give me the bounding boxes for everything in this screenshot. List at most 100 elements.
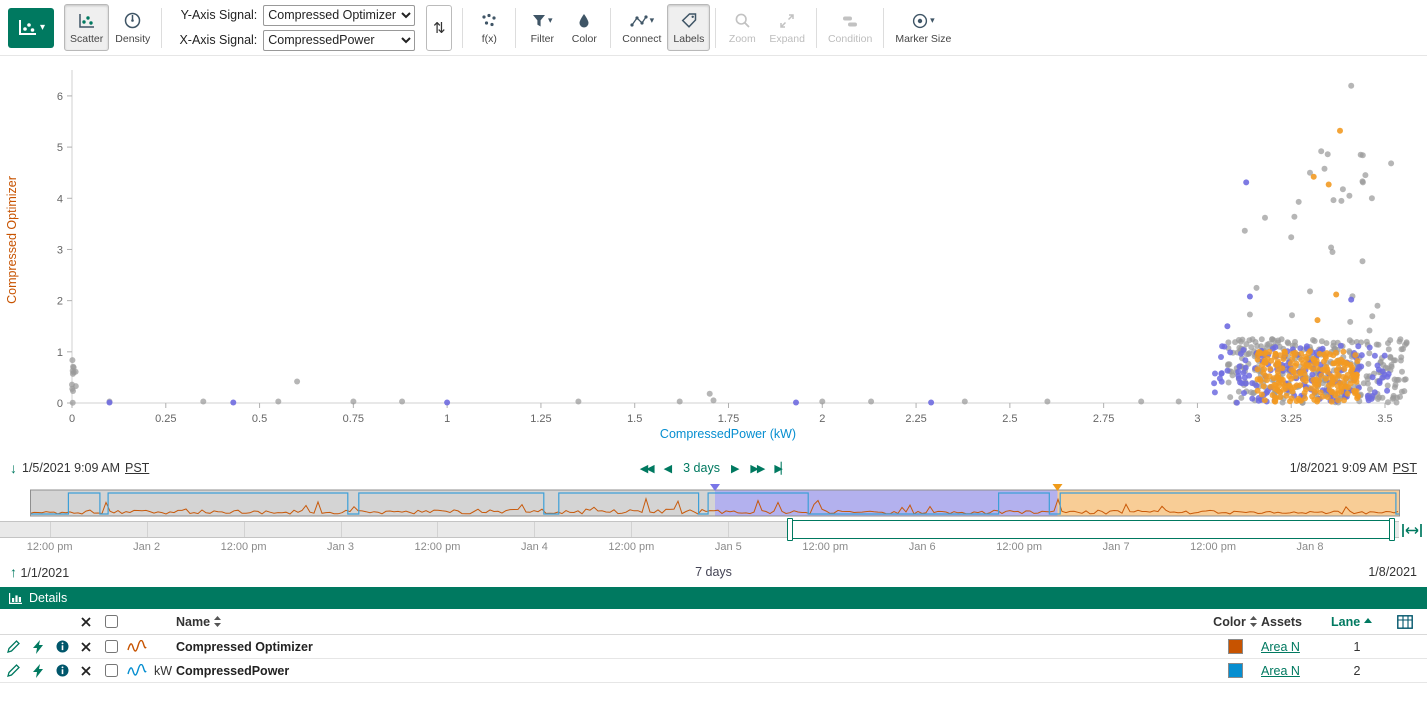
step-to-end-button[interactable]: ▶▏ xyxy=(774,462,787,475)
tool-marker-size-label: Marker Size xyxy=(895,33,951,45)
tool-density[interactable]: Density xyxy=(109,4,156,51)
signal-icon xyxy=(124,664,150,677)
tool-zoom: Zoom xyxy=(721,4,763,51)
toolbar-separator xyxy=(715,8,716,48)
chevron-down-icon: ▾ xyxy=(930,15,935,26)
svg-text:2: 2 xyxy=(57,296,63,308)
sort-asc-icon xyxy=(1364,618,1372,626)
toolbar-separator xyxy=(161,8,162,48)
swap-axes-button[interactable]: ⇅ xyxy=(426,5,452,51)
color-swatch[interactable] xyxy=(1209,663,1261,678)
unit-cell: kW xyxy=(150,664,176,678)
range-start-arrow-icon[interactable]: ↓ xyxy=(10,460,17,476)
info-icon[interactable] xyxy=(50,664,74,677)
details-chart-icon xyxy=(9,593,22,604)
scatter-plot-menu-button[interactable]: ▾ xyxy=(8,8,54,48)
zoom-magnifier-icon xyxy=(735,10,750,31)
scatter-icon xyxy=(78,10,95,31)
scrubber-handle-left[interactable] xyxy=(787,518,793,541)
column-header-lane[interactable]: Lane xyxy=(1331,615,1383,629)
svg-text:1: 1 xyxy=(57,347,63,359)
scatter-plot-icon xyxy=(17,19,37,37)
display-end-date: 1/8/2021 xyxy=(1368,565,1417,579)
scatter-chart[interactable]: CompressedPower (kW) Compressed Optimize… xyxy=(0,56,1427,454)
expand-arrows-icon xyxy=(780,10,794,31)
column-header-color[interactable]: Color xyxy=(1209,615,1261,629)
item-name[interactable]: CompressedPower xyxy=(176,664,1209,678)
time-range-bar: ↓ 1/5/2021 9:09 AM PST ◀◀ ◀ 3 days ▶ ▶▶ … xyxy=(0,454,1427,482)
bolt-icon[interactable] xyxy=(26,640,50,654)
scrubber-handle-right[interactable] xyxy=(1389,518,1395,541)
signal-icon xyxy=(124,640,150,653)
display-duration[interactable]: 7 days xyxy=(695,565,732,579)
range-end-timezone[interactable]: PST xyxy=(1393,461,1417,475)
toolbar: ▾ Scatter Density Y-Axis Signal: Compres… xyxy=(0,0,1427,56)
details-panel-header[interactable]: Details xyxy=(0,587,1427,609)
item-name[interactable]: Compressed Optimizer xyxy=(176,640,1209,654)
table-row: kW CompressedPower Area N 2 xyxy=(0,659,1427,683)
svg-text:1.25: 1.25 xyxy=(530,413,551,425)
tool-expand-label: Expand xyxy=(769,33,805,45)
range-start-timezone[interactable]: PST xyxy=(125,461,149,475)
column-header-name[interactable]: Name xyxy=(176,615,1209,629)
edit-icon[interactable] xyxy=(0,640,26,653)
svg-text:1.5: 1.5 xyxy=(627,413,642,425)
color-swatch[interactable] xyxy=(1209,639,1261,654)
filter-funnel-icon xyxy=(532,14,546,28)
svg-text:1.75: 1.75 xyxy=(718,413,739,425)
bolt-icon[interactable] xyxy=(26,664,50,678)
tool-filter[interactable]: ▾ Filter xyxy=(521,4,563,51)
y-axis-signal-select[interactable]: Compressed Optimizer xyxy=(263,5,415,26)
remove-icon[interactable] xyxy=(74,666,98,676)
toolbar-separator xyxy=(462,8,463,48)
tool-marker-size[interactable]: ▾ Marker Size xyxy=(889,4,957,51)
tool-fx-label: f(x) xyxy=(482,33,497,45)
details-table-header: Name Color Assets Lane xyxy=(0,609,1427,635)
info-icon[interactable] xyxy=(50,640,74,653)
tool-condition: Condition xyxy=(822,4,878,51)
asset-link[interactable]: Area N xyxy=(1261,640,1300,654)
select-all-checkbox[interactable] xyxy=(105,615,118,628)
row-checkbox[interactable] xyxy=(105,640,118,653)
fit-full-range-icon[interactable] xyxy=(1401,522,1423,539)
asset-link[interactable]: Area N xyxy=(1261,664,1300,678)
toolbar-separator xyxy=(883,8,884,48)
tool-scatter[interactable]: Scatter xyxy=(64,4,109,51)
sort-icon xyxy=(1250,616,1257,627)
tool-expand: Expand xyxy=(763,4,811,51)
step-back-fast-button[interactable]: ◀◀ xyxy=(640,462,653,475)
x-axis-signal-select[interactable]: CompressedPower xyxy=(263,30,415,51)
svg-text:6: 6 xyxy=(57,91,63,103)
chevron-down-icon: ▾ xyxy=(40,22,45,33)
display-start-arrow-icon[interactable]: ↑ xyxy=(10,564,17,580)
tool-fx[interactable]: f(x) xyxy=(468,4,510,51)
step-back-button[interactable]: ◀ xyxy=(664,462,672,475)
edit-icon[interactable] xyxy=(0,664,26,677)
step-forward-button[interactable]: ▶ xyxy=(731,462,739,475)
svg-text:3.25: 3.25 xyxy=(1281,413,1302,425)
tool-color[interactable]: Color xyxy=(563,4,605,51)
column-organizer-icon[interactable] xyxy=(1383,615,1427,629)
step-forward-fast-button[interactable]: ▶▶ xyxy=(750,462,763,475)
svg-text:3: 3 xyxy=(57,244,63,256)
chevron-down-icon: ▾ xyxy=(650,15,655,26)
tool-labels[interactable]: Labels xyxy=(667,4,710,51)
tool-density-label: Density xyxy=(115,33,150,45)
tool-labels-label: Labels xyxy=(673,33,704,45)
tool-filter-label: Filter xyxy=(531,33,554,45)
row-checkbox[interactable] xyxy=(105,664,118,677)
scrubber-selection[interactable] xyxy=(790,520,1392,539)
column-header-assets[interactable]: Assets xyxy=(1261,615,1331,629)
remove-all-icon[interactable] xyxy=(74,617,98,627)
x-axis-signal-label: X-Axis Signal: xyxy=(173,33,257,47)
scatter-points: 00.250.50.7511.251.51.7522.252.52.7533.2… xyxy=(57,70,1410,425)
tool-connect[interactable]: ▾ Connect xyxy=(616,4,667,51)
remove-icon[interactable] xyxy=(74,642,98,652)
density-icon xyxy=(124,10,141,31)
trend-preview-strip[interactable] xyxy=(30,484,1400,518)
display-range-row: ↑ 1/1/2021 7 days 1/8/2021 xyxy=(0,561,1427,583)
step-duration[interactable]: 3 days xyxy=(683,461,720,475)
lane-value: 1 xyxy=(1331,640,1383,654)
svg-text:0.25: 0.25 xyxy=(155,413,176,425)
svg-text:3.5: 3.5 xyxy=(1377,413,1392,425)
